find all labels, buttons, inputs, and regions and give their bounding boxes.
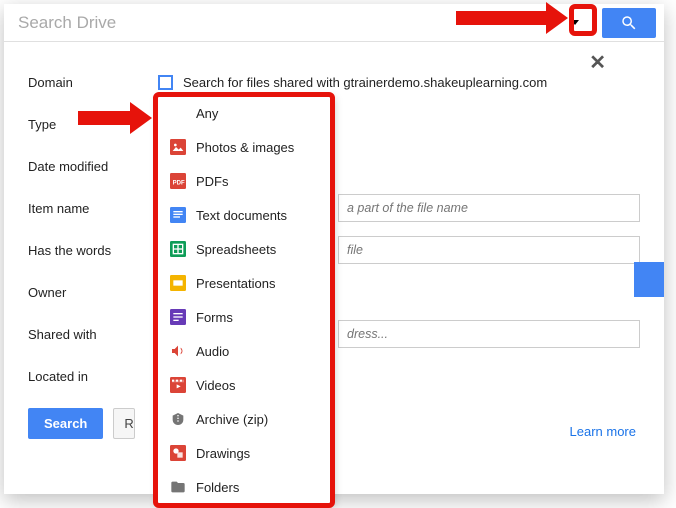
type-item-spreadsheets[interactable]: Spreadsheets bbox=[158, 232, 334, 266]
reset-button[interactable]: Re bbox=[113, 408, 135, 439]
shared-with-label: Shared with bbox=[28, 327, 158, 342]
type-item-label: Photos & images bbox=[196, 140, 294, 155]
doc-icon bbox=[170, 207, 196, 223]
type-item-label: Presentations bbox=[196, 276, 276, 291]
type-item-label: Folders bbox=[196, 480, 239, 495]
type-item-folders[interactable]: Folders bbox=[158, 470, 334, 504]
type-item-label: PDFs bbox=[196, 174, 229, 189]
side-accent bbox=[634, 262, 664, 297]
svg-text:PDF: PDF bbox=[173, 180, 185, 186]
type-item-label: Archive (zip) bbox=[196, 412, 268, 427]
search-submit-button[interactable]: Search bbox=[28, 408, 103, 439]
date-modified-label: Date modified bbox=[28, 159, 158, 174]
item-name-label: Item name bbox=[28, 201, 158, 216]
has-words-label: Has the words bbox=[28, 243, 158, 258]
type-item-label: Videos bbox=[196, 378, 236, 393]
type-item-label: Forms bbox=[196, 310, 233, 325]
domain-label: Domain bbox=[28, 75, 158, 90]
pdf-icon: PDF bbox=[170, 173, 196, 189]
zip-icon bbox=[170, 411, 196, 427]
drive-search-input[interactable] bbox=[4, 5, 564, 41]
search-button[interactable] bbox=[602, 8, 656, 38]
type-item-videos[interactable]: Videos bbox=[158, 368, 334, 402]
type-item-pdfs[interactable]: PDF PDFs bbox=[158, 164, 334, 198]
domain-checkbox[interactable] bbox=[158, 75, 173, 90]
type-label: Type bbox=[28, 117, 158, 132]
slide-icon bbox=[170, 275, 196, 291]
type-item-audio[interactable]: Audio bbox=[158, 334, 334, 368]
has-words-input[interactable] bbox=[338, 236, 640, 264]
domain-checkbox-label: Search for files shared with gtrainerdem… bbox=[183, 75, 547, 90]
owner-label: Owner bbox=[28, 285, 158, 300]
search-options-dropdown-button[interactable] bbox=[564, 5, 586, 41]
learn-more-link[interactable]: Learn more bbox=[570, 424, 636, 439]
chevron-down-icon bbox=[571, 20, 579, 25]
type-item-label: Any bbox=[196, 106, 218, 121]
type-item-label: Audio bbox=[196, 344, 229, 359]
folder-icon bbox=[170, 479, 196, 495]
type-item-photos-images[interactable]: Photos & images bbox=[158, 130, 334, 164]
type-item-forms[interactable]: Forms bbox=[158, 300, 334, 334]
item-name-input[interactable] bbox=[338, 194, 640, 222]
type-item-presentations[interactable]: Presentations bbox=[158, 266, 334, 300]
sheet-icon bbox=[170, 241, 196, 257]
type-item-any[interactable]: Any bbox=[158, 96, 334, 130]
type-item-label: Spreadsheets bbox=[196, 242, 276, 257]
type-item-archive-zip-[interactable]: Archive (zip) bbox=[158, 402, 334, 436]
type-dropdown-menu[interactable]: Any Photos & images PDF PDFs Text documents S… bbox=[158, 96, 334, 504]
draw-icon bbox=[170, 445, 196, 461]
form-icon bbox=[170, 309, 196, 325]
shared-with-input[interactable] bbox=[338, 320, 640, 348]
type-item-text-documents[interactable]: Text documents bbox=[158, 198, 334, 232]
photo-icon bbox=[170, 139, 196, 155]
type-item-drawings[interactable]: Drawings bbox=[158, 436, 334, 470]
video-icon bbox=[170, 377, 196, 393]
type-item-label: Text documents bbox=[196, 208, 287, 223]
located-in-label: Located in bbox=[28, 369, 158, 384]
type-item-label: Drawings bbox=[196, 446, 250, 461]
search-icon bbox=[620, 14, 638, 32]
audio-icon bbox=[170, 343, 196, 359]
